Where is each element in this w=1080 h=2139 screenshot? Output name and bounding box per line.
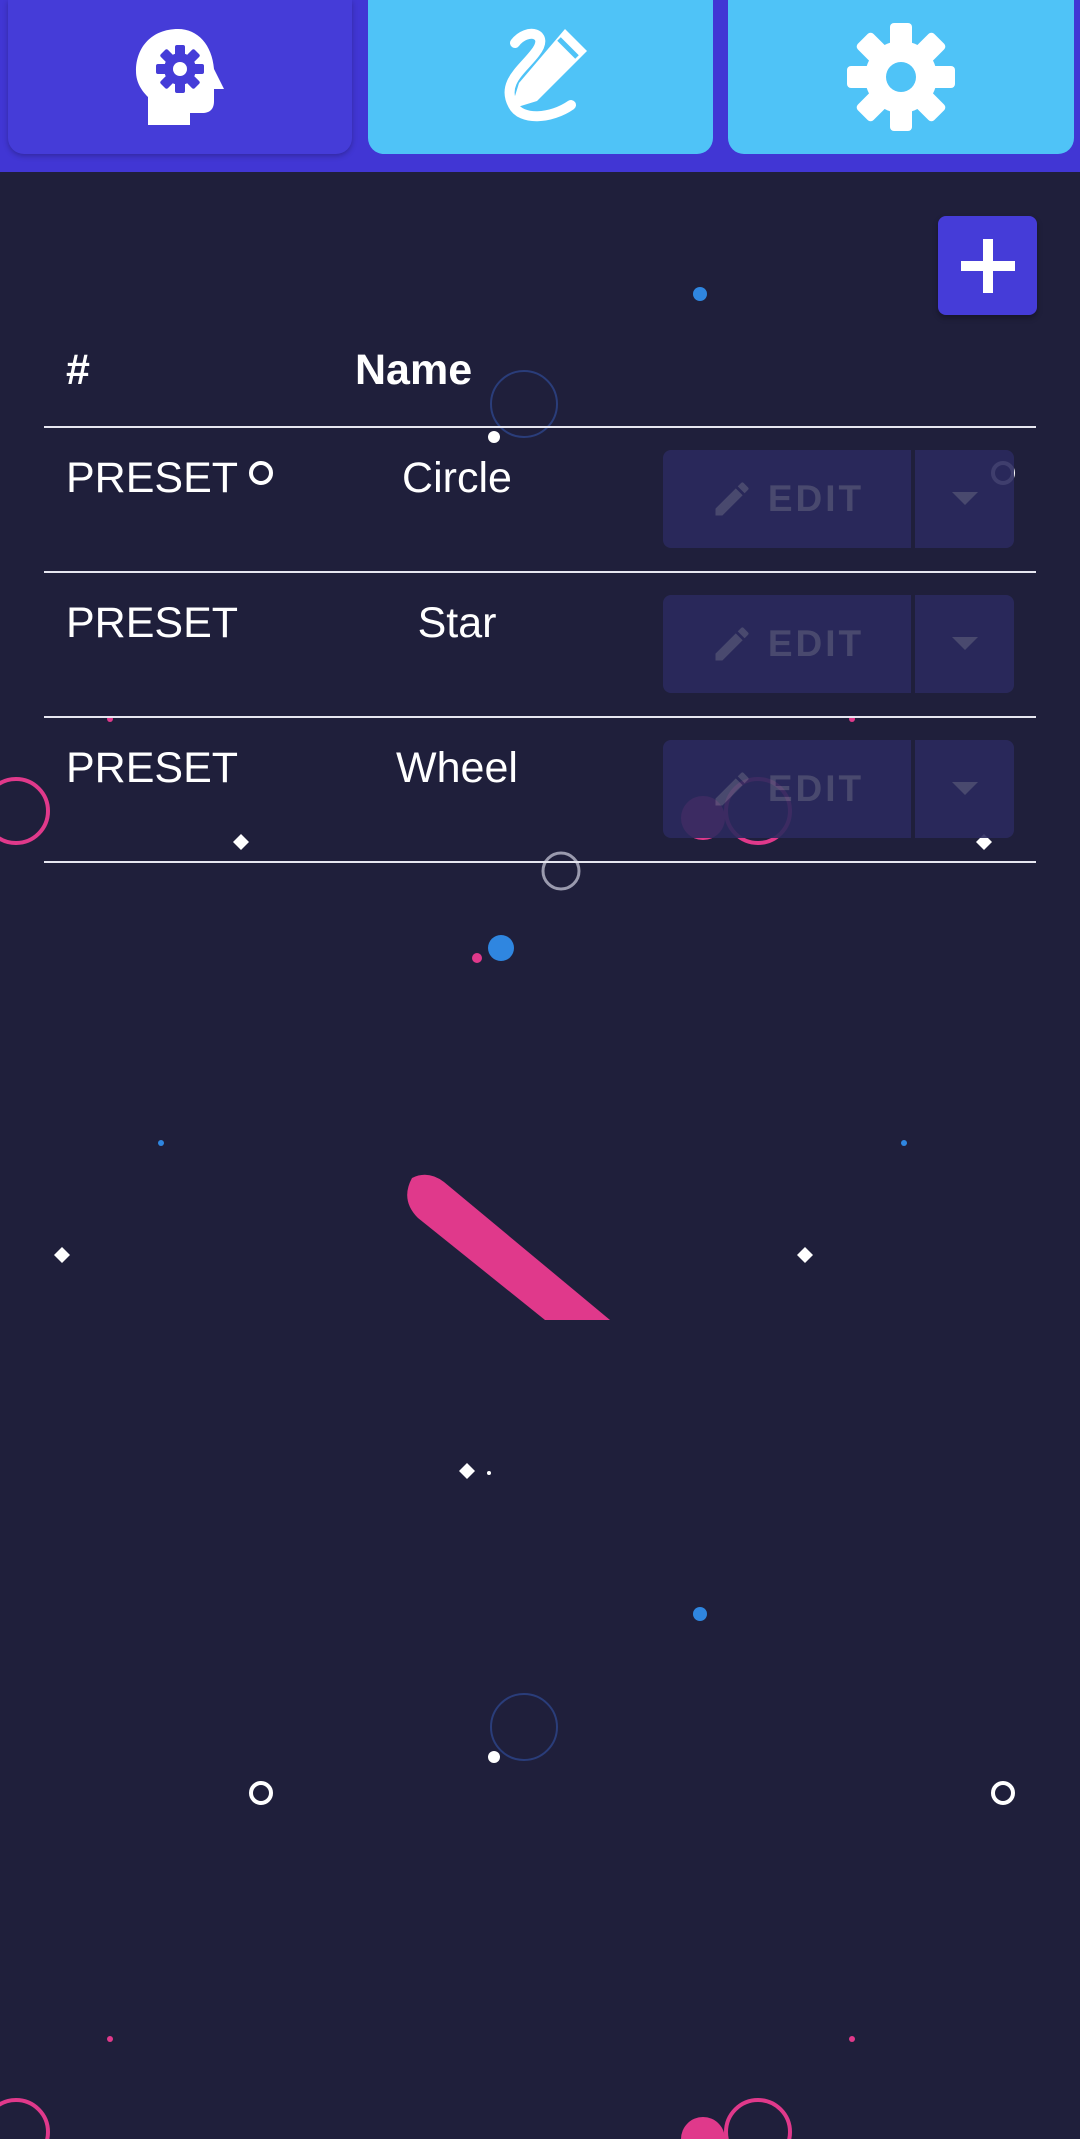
row-action-group: EDIT (663, 595, 1014, 693)
particle-pink-dot (681, 2117, 725, 2139)
caret-down-icon (951, 782, 978, 795)
particle-white-dot (487, 1471, 491, 1475)
pencil-icon (715, 772, 749, 806)
tab-settings[interactable] (728, 0, 1074, 154)
particle-pink-ring (724, 2098, 792, 2139)
edit-button[interactable]: EDIT (663, 740, 911, 838)
app-root: # Name PRESET Circle EDIT PRESET Star ED… (0, 0, 1080, 2139)
header-name: Name (355, 346, 473, 394)
table-row: PRESET Wheel EDIT (44, 718, 1036, 863)
table-header: # Name (44, 320, 1036, 428)
table-row: PRESET Star EDIT (44, 573, 1036, 718)
particle-pink-streak (407, 1174, 610, 1320)
tab-head-gear[interactable] (8, 0, 352, 154)
table-row: PRESET Circle EDIT (44, 428, 1036, 573)
particle-white-star (459, 1463, 475, 1479)
particle-pink-dot (849, 2036, 855, 2042)
caret-down-icon (951, 492, 978, 505)
dropdown-button[interactable] (915, 450, 1014, 548)
dropdown-button[interactable] (915, 740, 1014, 838)
particle-blue-dot (488, 935, 514, 961)
particle-pink-dot (472, 953, 482, 963)
presets-table: # Name PRESET Circle EDIT PRESET Star ED… (44, 320, 1036, 863)
particle-blue-dot (693, 1607, 707, 1621)
row-action-group: EDIT (663, 740, 1014, 838)
particle-blue-dot (158, 1140, 164, 1146)
plus-icon (960, 238, 1015, 293)
particle-white-star (797, 1247, 813, 1263)
row-action-group: EDIT (663, 450, 1014, 548)
row-name: Wheel (396, 744, 518, 792)
particle-white-ring (991, 1781, 1015, 1805)
row-name: Star (417, 599, 497, 647)
pencil-icon (715, 627, 749, 661)
particle-white-ring (249, 1781, 273, 1805)
edit-label: EDIT (767, 768, 865, 809)
row-number: PRESET (66, 454, 239, 502)
header-number: # (66, 346, 90, 394)
row-name: Circle (402, 454, 512, 502)
pencil-squiggle-icon (504, 29, 587, 122)
edit-label: EDIT (767, 623, 865, 664)
pencil-icon (715, 482, 749, 516)
head-gear-icon (136, 29, 224, 125)
particle-blue-ring (490, 1693, 558, 1761)
edit-button[interactable]: EDIT (663, 595, 911, 693)
particle-pink-ring (0, 2098, 50, 2139)
caret-down-icon (951, 637, 978, 650)
tab-pencil-squiggle[interactable] (368, 0, 713, 154)
particle-blue-dot (693, 287, 707, 301)
particle-pink-ring (0, 777, 50, 845)
particle-white-dot (488, 1751, 500, 1763)
particle-pink-dot (107, 2036, 113, 2042)
gear-icon (847, 23, 955, 131)
add-button[interactable] (938, 216, 1037, 315)
particle-blue-dot (901, 1140, 907, 1146)
row-number: PRESET (66, 599, 239, 647)
edit-label: EDIT (767, 478, 865, 519)
top-nav-bar (0, 0, 1080, 172)
dropdown-button[interactable] (915, 595, 1014, 693)
edit-button[interactable]: EDIT (663, 450, 911, 548)
particle-white-star (54, 1247, 70, 1263)
row-number: PRESET (66, 744, 239, 792)
